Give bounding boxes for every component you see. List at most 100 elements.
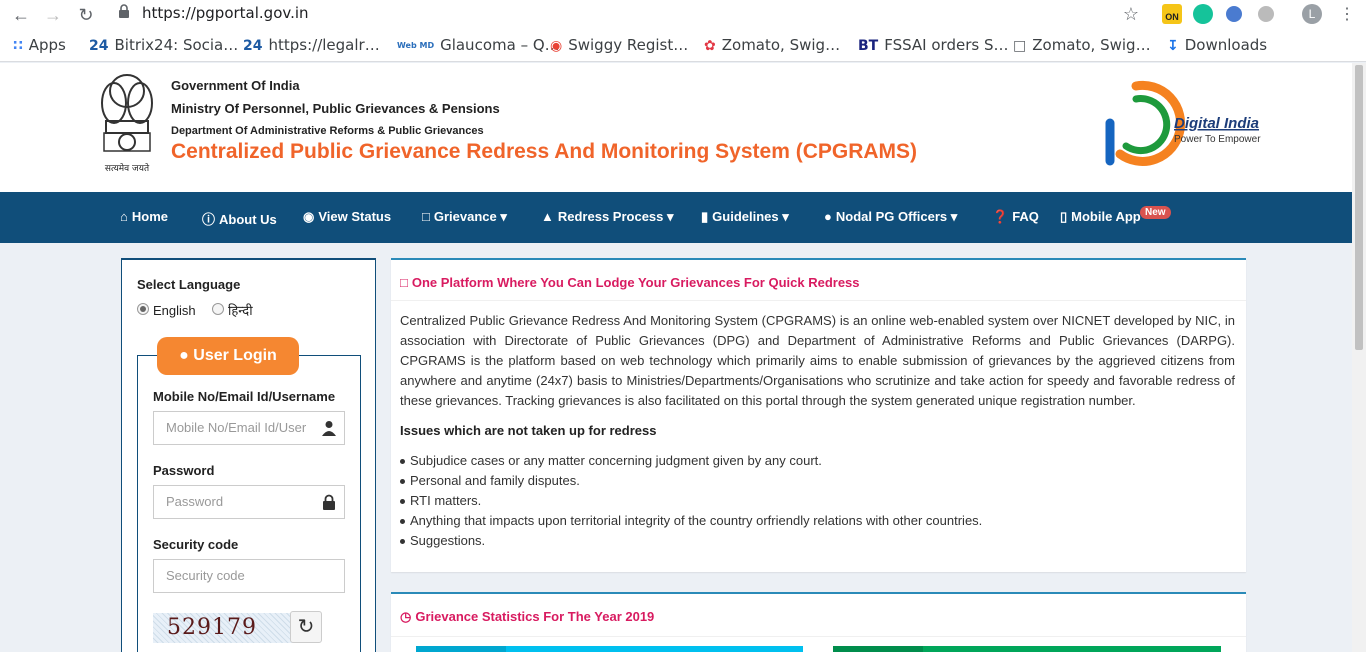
profile-initial: L bbox=[1308, 7, 1316, 21]
bookmark-label: FSSAI orders S… bbox=[884, 36, 1009, 54]
issues-heading: Issues which are not taken up for redres… bbox=[400, 423, 657, 438]
nav-label: View Status bbox=[318, 209, 392, 224]
lock-icon bbox=[323, 494, 335, 510]
new-badge: New bbox=[1140, 206, 1171, 219]
divider bbox=[391, 300, 1246, 301]
stat-box-icon-area bbox=[416, 646, 506, 652]
browser-toolbar: ← → ↻ https://pgportal.gov.in ☆ ON L ⋮ bbox=[0, 0, 1366, 30]
captcha-image: 529179 bbox=[153, 613, 303, 643]
bookmark-apps[interactable]: ∷ Apps bbox=[13, 36, 66, 54]
nav-redress-process[interactable]: ▲ Redress Process ▾ bbox=[541, 209, 674, 225]
gov-label: Government Of India bbox=[171, 78, 300, 93]
page-scrollbar[interactable] bbox=[1352, 63, 1366, 652]
extension-db-icon[interactable] bbox=[1258, 6, 1274, 22]
users-icon: ● bbox=[824, 209, 832, 224]
bookmark-label: Bitrix24: Socia… bbox=[114, 36, 239, 54]
scrollbar-thumb[interactable] bbox=[1355, 65, 1363, 350]
forward-arrow-icon[interactable]: → bbox=[40, 2, 66, 28]
emblem-motto: सत्यमेव जयते bbox=[105, 162, 150, 174]
bookmark-swiggy[interactable]: ◉ Swiggy Regist… bbox=[550, 36, 688, 54]
home-icon: ⌂ bbox=[120, 209, 128, 224]
chrome-icon: ◉ bbox=[550, 38, 563, 54]
list-item: Anything that impacts upon territorial i… bbox=[399, 511, 982, 531]
bookmark-zomato[interactable]: ✿ Zomato, Swig… bbox=[704, 36, 840, 54]
refresh-icon: ↻ bbox=[297, 616, 315, 638]
about-card: □ One Platform Where You Can Lodge Your G… bbox=[391, 258, 1246, 572]
bookmark-webmd[interactable]: Web MD Glaucoma – Q… bbox=[397, 36, 560, 54]
nav-home[interactable]: ⌂ Home bbox=[120, 209, 168, 224]
eye-icon: ◉ bbox=[303, 209, 315, 224]
question-icon: ❓ bbox=[992, 209, 1009, 224]
username-input[interactable]: Mobile No/Email Id/Username bbox=[153, 411, 345, 445]
nav-label: About Us bbox=[219, 212, 277, 227]
caret-down-icon: ▾ bbox=[778, 209, 789, 224]
bookmark-legalraasta[interactable]: 24 https://legalr… bbox=[243, 36, 380, 54]
about-heading: □ One Platform Where You Can Lodge Your G… bbox=[400, 275, 860, 290]
bitrix24-icon: 24 bbox=[243, 38, 263, 54]
extension-icon[interactable] bbox=[1226, 6, 1242, 22]
profile-avatar[interactable]: L bbox=[1302, 4, 1322, 24]
stats-heading-text: Grievance Statistics For The Year 2019 bbox=[415, 609, 655, 624]
digital-india-text: Digital India bbox=[1174, 115, 1259, 132]
zomato-icon: ✿ bbox=[704, 38, 716, 54]
user-icon bbox=[322, 421, 336, 436]
nav-mobile-app[interactable]: ▯ Mobile App bbox=[1060, 209, 1141, 225]
about-heading-text: One Platform Where You Can Lodge Your Gr… bbox=[411, 275, 860, 290]
security-code-placeholder: Security code bbox=[166, 568, 245, 583]
username-placeholder: Mobile No/Email Id/Username bbox=[166, 420, 306, 435]
nav-nodal-pg-officers[interactable]: ● Nodal PG Officers ▾ bbox=[824, 209, 957, 225]
issues-list: Subjudice cases or any matter concerning… bbox=[399, 451, 982, 551]
reload-icon[interactable]: ↻ bbox=[73, 2, 99, 28]
main-navbar: ⌂ Home ⓘ About Us ◉ View Status □ Grievance … bbox=[0, 192, 1352, 243]
back-arrow-icon[interactable]: ← bbox=[8, 2, 34, 28]
list-item: Suggestions. bbox=[399, 531, 982, 551]
caret-down-icon: ▾ bbox=[947, 209, 958, 224]
file-icon: □ bbox=[422, 209, 430, 224]
hindi-label[interactable]: हिन्दी bbox=[228, 301, 253, 319]
about-intro: Centralized Public Grievance Redress And… bbox=[400, 313, 1235, 408]
nav-grievance[interactable]: □ Grievance ▾ bbox=[422, 209, 507, 225]
radio-hindi[interactable] bbox=[212, 303, 224, 315]
menu-kebab-icon[interactable]: ⋮ bbox=[1334, 2, 1360, 28]
mobile-label: Mobile No/Email Id/Username bbox=[153, 389, 336, 404]
stat-box-icon-area bbox=[833, 646, 923, 652]
nav-label: Mobile App bbox=[1071, 209, 1141, 224]
bitrix24-icon: 24 bbox=[89, 38, 109, 54]
divider bbox=[391, 636, 1246, 637]
password-input[interactable]: Password bbox=[153, 485, 345, 519]
bookmark-downloads[interactable]: ↧ Downloads bbox=[1167, 36, 1267, 54]
digital-india-logo[interactable]: Digital India Power To Empower bbox=[1098, 71, 1268, 166]
webmd-icon: Web MD bbox=[397, 41, 435, 50]
mobile-icon: ▯ bbox=[1060, 209, 1068, 224]
nav-label: Redress Process bbox=[557, 209, 664, 224]
bt-icon: BT bbox=[858, 38, 879, 54]
user-login-button[interactable]: ● User Login bbox=[157, 337, 299, 375]
site-title: Centralized Public Grievance Redress And… bbox=[171, 140, 918, 163]
grammarly-icon[interactable] bbox=[1193, 4, 1213, 24]
nav-guidelines[interactable]: ▮ Guidelines ▾ bbox=[701, 209, 789, 225]
password-label: Password bbox=[153, 463, 215, 478]
bookmark-zomato-doc[interactable]: □ Zomato, Swig… bbox=[1013, 36, 1151, 54]
bookmark-label: Glaucoma – Q… bbox=[440, 36, 560, 54]
user-icon: ● bbox=[179, 347, 194, 364]
stat-box-received bbox=[416, 646, 803, 652]
captcha-refresh-button[interactable]: ↻ bbox=[290, 611, 322, 643]
radio-english[interactable] bbox=[137, 303, 149, 315]
address-bar[interactable]: https://pgportal.gov.in bbox=[142, 4, 309, 22]
nav-faq[interactable]: ❓ FAQ bbox=[992, 209, 1039, 225]
security-code-input[interactable]: Security code bbox=[153, 559, 345, 593]
extension-on-icon[interactable]: ON bbox=[1162, 4, 1182, 24]
department-label: Department Of Administrative Reforms & P… bbox=[171, 125, 484, 137]
nav-about-us[interactable]: ⓘ About Us bbox=[202, 209, 277, 228]
book-icon: ▮ bbox=[701, 209, 709, 224]
english-label[interactable]: English bbox=[153, 303, 196, 318]
nav-view-status[interactable]: ◉ View Status bbox=[303, 209, 391, 225]
bookmark-star-icon[interactable]: ☆ bbox=[1118, 1, 1144, 27]
bookmark-label: Zomato, Swig… bbox=[1032, 36, 1151, 54]
site-header: सत्यमेव जयते Government Of India Ministr… bbox=[0, 63, 1352, 192]
clock-icon: ◷ bbox=[400, 609, 412, 624]
bookmark-fssai[interactable]: BT FSSAI orders S… bbox=[858, 36, 1008, 54]
bookmark-bitrix24[interactable]: 24 Bitrix24: Socia… bbox=[89, 36, 238, 54]
ministry-label: Ministry Of Personnel, Public Grievances… bbox=[171, 101, 500, 116]
nav-label: Guidelines bbox=[712, 209, 779, 224]
